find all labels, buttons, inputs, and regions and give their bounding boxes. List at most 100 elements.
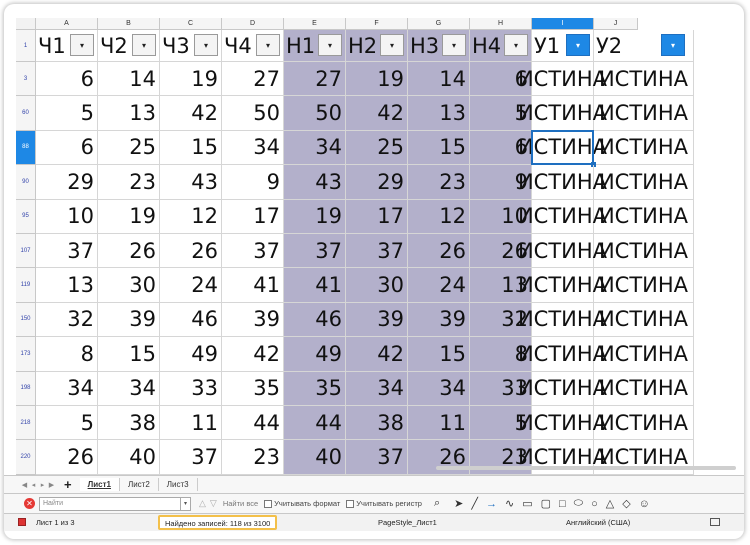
header-cell[interactable]: Ч3 ▾: [160, 30, 222, 62]
table-cell[interactable]: 35: [222, 371, 284, 406]
table-cell[interactable]: 43: [160, 165, 222, 200]
table-cell[interactable]: 24: [160, 268, 222, 303]
table-cell[interactable]: 40: [98, 440, 160, 475]
select-pointer-icon[interactable]: ➤: [454, 497, 463, 510]
table-cell[interactable]: ИСТИНА: [594, 165, 694, 200]
prev-sheet-icon[interactable]: ◂: [29, 481, 38, 489]
table-cell[interactable]: 35: [284, 371, 346, 406]
table-cell[interactable]: 42: [346, 337, 408, 372]
rectangle-icon[interactable]: ▭: [522, 497, 532, 510]
table-cell[interactable]: 38: [346, 406, 408, 441]
table-cell[interactable]: 12: [408, 199, 470, 234]
header-cell[interactable]: Ч2 ▾: [98, 30, 160, 62]
triangle-icon[interactable]: △: [606, 497, 614, 510]
table-cell[interactable]: 14: [98, 62, 160, 97]
autofilter-dropdown-icon[interactable]: ▾: [566, 34, 590, 56]
table-cell[interactable]: ИСТИНА: [518, 406, 607, 441]
row-header[interactable]: 173: [16, 337, 36, 372]
table-cell[interactable]: 11: [408, 406, 470, 441]
table-cell[interactable]: 27: [222, 62, 284, 97]
table-cell[interactable]: 41: [222, 268, 284, 303]
table-cell[interactable]: 41: [284, 268, 346, 303]
table-cell[interactable]: 8: [36, 337, 98, 372]
row-header[interactable]: 218: [16, 406, 36, 441]
table-cell[interactable]: 42: [222, 337, 284, 372]
table-cell[interactable]: 25: [346, 130, 408, 166]
table-cell[interactable]: 27: [284, 62, 346, 97]
table-cell[interactable]: ИСТИНА: [518, 165, 607, 200]
table-cell[interactable]: 34: [408, 371, 470, 406]
row-header[interactable]: 95: [16, 199, 36, 234]
table-cell[interactable]: 34: [346, 371, 408, 406]
table-cell[interactable]: 24: [408, 268, 470, 303]
table-cell[interactable]: 34: [284, 130, 346, 166]
table-cell[interactable]: 44: [222, 406, 284, 441]
circle-icon[interactable]: ○: [591, 498, 598, 510]
table-cell[interactable]: 39: [222, 302, 284, 338]
table-cell[interactable]: 26: [160, 234, 222, 269]
table-cell[interactable]: 37: [222, 234, 284, 269]
header-cell[interactable]: Н3 ▾: [408, 30, 470, 62]
table-cell[interactable]: ИСТИНА: [518, 234, 607, 269]
column-header-g[interactable]: G: [408, 18, 470, 30]
table-cell[interactable]: 34: [36, 371, 98, 406]
rounded-rectangle-icon[interactable]: ▢: [541, 497, 551, 510]
table-cell[interactable]: 23: [222, 440, 284, 475]
table-cell[interactable]: 33: [160, 371, 222, 406]
column-header-h[interactable]: H: [470, 18, 532, 30]
table-cell[interactable]: 10: [36, 199, 98, 234]
table-cell[interactable]: ИСТИНА: [594, 268, 694, 303]
table-cell[interactable]: 23: [408, 165, 470, 200]
table-cell[interactable]: 9: [222, 165, 284, 200]
find-all-button[interactable]: Найти все: [223, 499, 258, 508]
close-find-icon[interactable]: ✕: [24, 498, 35, 509]
header-cell[interactable]: Н1 ▾: [284, 30, 346, 62]
language-status[interactable]: Английский (США): [566, 518, 630, 527]
table-cell[interactable]: ИСТИНА: [518, 130, 607, 166]
find-previous-icon[interactable]: △: [199, 498, 206, 509]
table-cell[interactable]: ИСТИНА: [594, 199, 694, 234]
header-cell[interactable]: У1 ▾: [532, 30, 594, 62]
header-cell[interactable]: Ч1 ▾: [36, 30, 98, 62]
table-cell[interactable]: 26: [408, 234, 470, 269]
table-cell[interactable]: 50: [222, 96, 284, 131]
last-sheet-icon[interactable]: ▶: [47, 481, 56, 489]
table-cell[interactable]: 30: [346, 268, 408, 303]
table-cell[interactable]: ИСТИНА: [594, 406, 694, 441]
table-cell[interactable]: ИСТИНА: [518, 96, 607, 131]
find-history-dropdown[interactable]: ▾: [181, 496, 191, 511]
column-header-f[interactable]: F: [346, 18, 408, 30]
table-cell[interactable]: ИСТИНА: [594, 337, 694, 372]
autofilter-dropdown-icon[interactable]: ▾: [256, 34, 280, 56]
match-case-checkbox[interactable]: [346, 499, 355, 508]
column-header-d[interactable]: D: [222, 18, 284, 30]
table-cell[interactable]: 25: [98, 130, 160, 166]
column-header-b[interactable]: B: [98, 18, 160, 30]
table-cell[interactable]: ИСТИНА: [594, 234, 694, 269]
document-modified-icon[interactable]: [18, 518, 26, 526]
table-cell[interactable]: 29: [36, 165, 98, 200]
table-cell[interactable]: 14: [408, 62, 470, 97]
table-cell[interactable]: 30: [98, 268, 160, 303]
row-header[interactable]: 119: [16, 268, 36, 303]
row-header[interactable]: 3: [16, 62, 36, 97]
column-header-a[interactable]: A: [36, 18, 98, 30]
table-cell[interactable]: 40: [284, 440, 346, 475]
first-sheet-icon[interactable]: ◀: [20, 481, 29, 489]
autofilter-dropdown-icon[interactable]: ▾: [442, 34, 466, 56]
row-header[interactable]: 88: [16, 130, 36, 166]
normal-view-icon[interactable]: [710, 518, 720, 526]
table-cell[interactable]: ИСТИНА: [518, 199, 607, 234]
find-input[interactable]: Найти: [39, 496, 181, 511]
table-cell[interactable]: 34: [98, 371, 160, 406]
row-header[interactable]: 220: [16, 440, 36, 475]
table-cell[interactable]: 17: [222, 199, 284, 234]
table-cell[interactable]: 19: [346, 62, 408, 97]
table-cell[interactable]: 26: [98, 234, 160, 269]
table-cell[interactable]: 42: [346, 96, 408, 131]
table-cell[interactable]: ИСТИНА: [594, 371, 694, 406]
table-cell[interactable]: ИСТИНА: [518, 62, 607, 97]
header-cell[interactable]: Н4 ▾: [470, 30, 532, 62]
table-cell[interactable]: 23: [98, 165, 160, 200]
table-cell[interactable]: 37: [284, 234, 346, 269]
